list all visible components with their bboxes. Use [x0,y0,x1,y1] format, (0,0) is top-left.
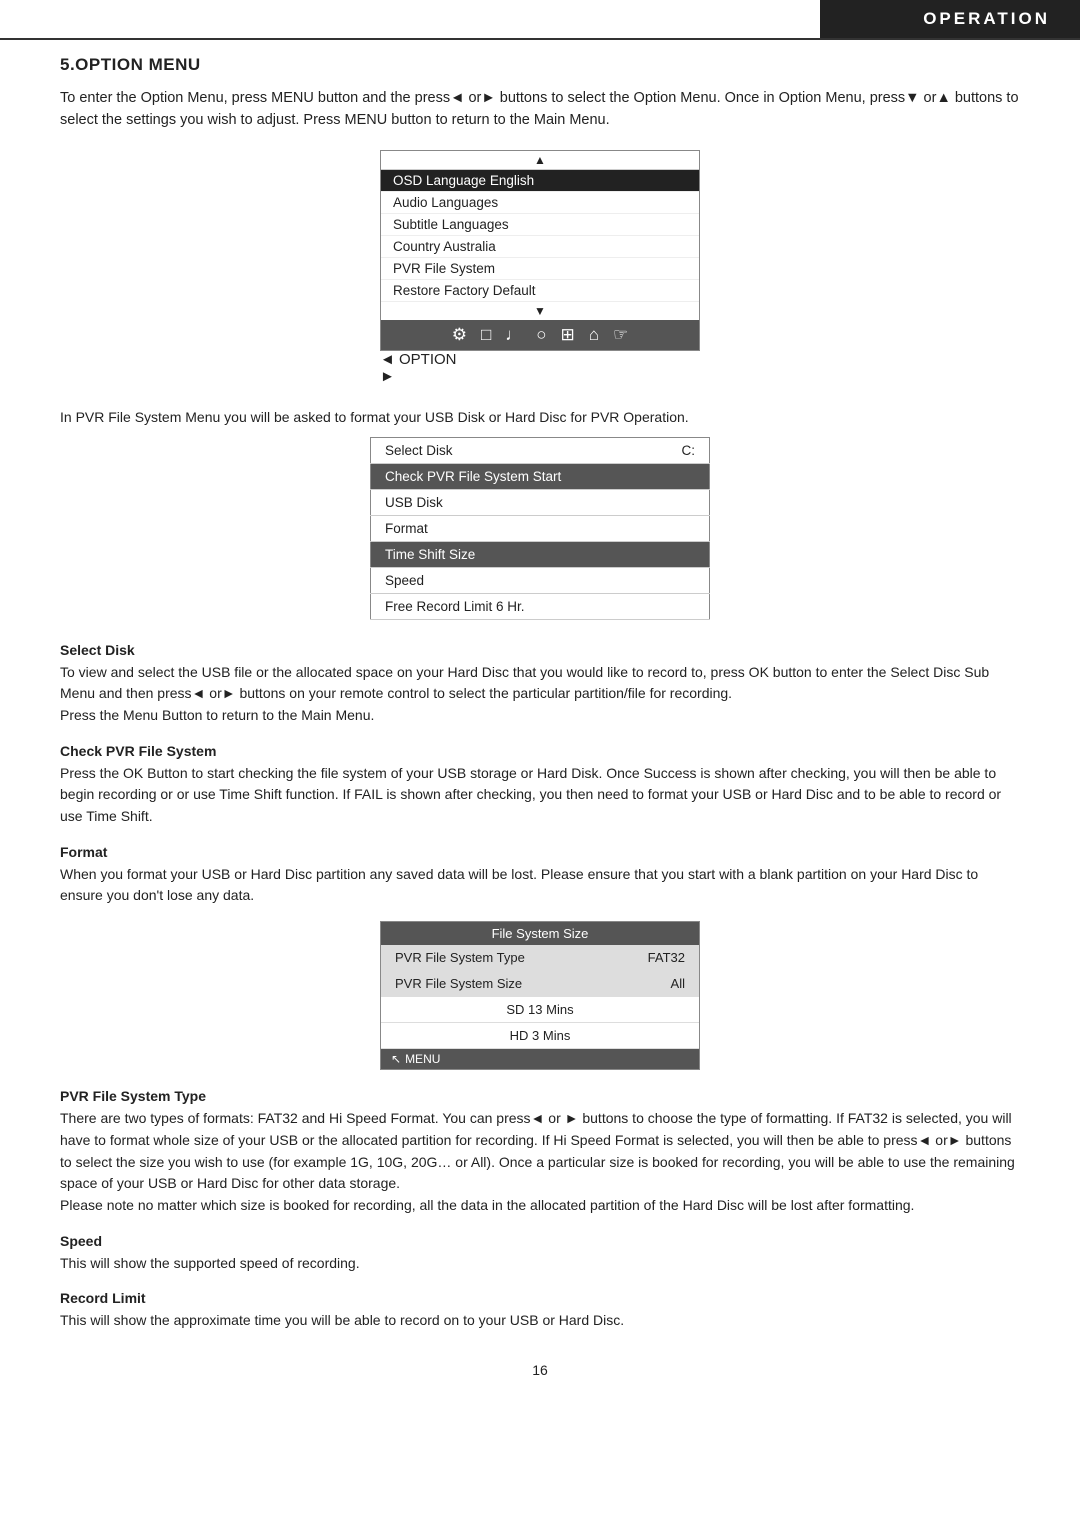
pvr-table: Select Disk C: Check PVR File System Sta… [370,437,710,620]
header-bar: OPERATION [820,0,1080,38]
section-title: 5.OPTION MENU [60,55,1020,75]
fs-title: File System Size [381,922,699,945]
pvr-row-free-record: Free Record Limit 6 Hr. [371,593,710,619]
fs-screenshot: File System Size PVR File System Type FA… [60,921,1020,1070]
pvr-menu-screenshot: Select Disk C: Check PVR File System Sta… [60,437,1020,620]
pvr-cell-usb-disk: USB Disk [371,489,710,515]
pvr-cell-time-shift: Time Shift Size [371,541,710,567]
format-body: When you format your USB or Hard Disc pa… [60,864,1020,907]
select-disk-label: Select Disk [60,642,1020,658]
fs-cell-hd: HD 3 Mins [381,1023,699,1049]
menu-item-audio: Audio Languages [381,192,699,214]
menu-item-pvr: PVR File System [381,258,699,280]
fs-row-hd: HD 3 Mins [381,1023,699,1049]
speed-label: Speed [60,1233,1020,1249]
pvr-intro-text: In PVR File System Menu you will be aske… [60,407,1020,429]
menu-top-arrow: ▲ [381,151,699,169]
icon-home: ⌂ [589,325,599,345]
page-number: 16 [60,1362,1020,1378]
header-divider [0,38,1080,40]
check-pvr-body: Press the OK Button to start checking th… [60,763,1020,828]
header-title: OPERATION [923,9,1050,29]
pvr-cell-check-pvr: Check PVR File System Start [371,463,710,489]
fs-box: File System Size PVR File System Type FA… [380,921,700,1070]
check-pvr-label: Check PVR File System [60,743,1020,759]
icon-grid: ⊞ [561,325,575,345]
intro-text: To enter the Option Menu, press MENU but… [60,87,1020,132]
icon-tv: □ [481,325,491,345]
pvr-row-speed: Speed [371,567,710,593]
fs-row-sd: SD 13 Mins [381,997,699,1023]
record-limit-body: This will show the approximate time you … [60,1310,1020,1332]
fs-row-pvr-size: PVR File System Size All [381,971,699,997]
fs-table: PVR File System Type FAT32 PVR File Syst… [381,945,699,1049]
pvr-row-time-shift: Time Shift Size [371,541,710,567]
menu-bottom-arrow: ▼ [381,302,699,320]
fs-cell-pvr-type-value: FAT32 [606,945,699,971]
menu-item-subtitle: Subtitle Languages [381,214,699,236]
option-menu-screenshot: ▲ OSD Language English Audio Languages S… [60,150,1020,385]
pvr-row-select-disk: Select Disk C: [371,437,710,463]
pvr-row-usb-disk: USB Disk [371,489,710,515]
pvr-row-format: Format [371,515,710,541]
fs-menu-bar: ↖ MENU [381,1049,699,1069]
pvr-fs-type-body: There are two types of formats: FAT32 an… [60,1108,1020,1216]
menu-item-osd: OSD Language English [381,170,699,192]
menu-item-country: Country Australia [381,236,699,258]
select-disk-body: To view and select the USB file or the a… [60,662,1020,727]
fs-cell-pvr-type-label: PVR File System Type [381,945,606,971]
menu-arrow-icon: ↖ [391,1052,401,1066]
format-label: Format [60,844,1020,860]
icon-gear: ⚙ [452,325,467,345]
fs-row-pvr-type: PVR File System Type FAT32 [381,945,699,971]
icon-music: ♩ [505,325,522,345]
speed-body: This will show the supported speed of re… [60,1253,1020,1275]
menu-item-restore: Restore Factory Default [381,280,699,302]
menu-label-right: ► [380,368,700,385]
pvr-cell-speed: Speed [371,567,710,593]
fs-cell-pvr-size-value: All [606,971,699,997]
option-menu-box: ▲ OSD Language English Audio Languages S… [380,150,700,351]
menu-items-list: OSD Language English Audio Languages Sub… [381,169,699,302]
menu-label-left: ◄ OPTION [380,351,700,368]
pvr-cell-free-record: Free Record Limit 6 Hr. [371,593,710,619]
fs-cell-sd: SD 13 Mins [381,997,699,1023]
fs-cell-pvr-size-label: PVR File System Size [381,971,606,997]
pvr-cell-select-disk-value: C: [606,437,709,463]
pvr-row-check-pvr: Check PVR File System Start [371,463,710,489]
pvr-fs-type-label: PVR File System Type [60,1088,1020,1104]
main-content: 5.OPTION MENU To enter the Option Menu, … [0,0,1080,1418]
pvr-cell-select-disk-label: Select Disk [371,437,607,463]
menu-icon-bar: ⚙ □ ♩ ○ ⊞ ⌂ ☞ [381,320,699,350]
icon-hand: ☞ [613,325,628,345]
pvr-cell-format: Format [371,515,710,541]
icon-circle: ○ [536,325,546,345]
menu-bar-label: MENU [405,1052,440,1066]
record-limit-label: Record Limit [60,1290,1020,1306]
